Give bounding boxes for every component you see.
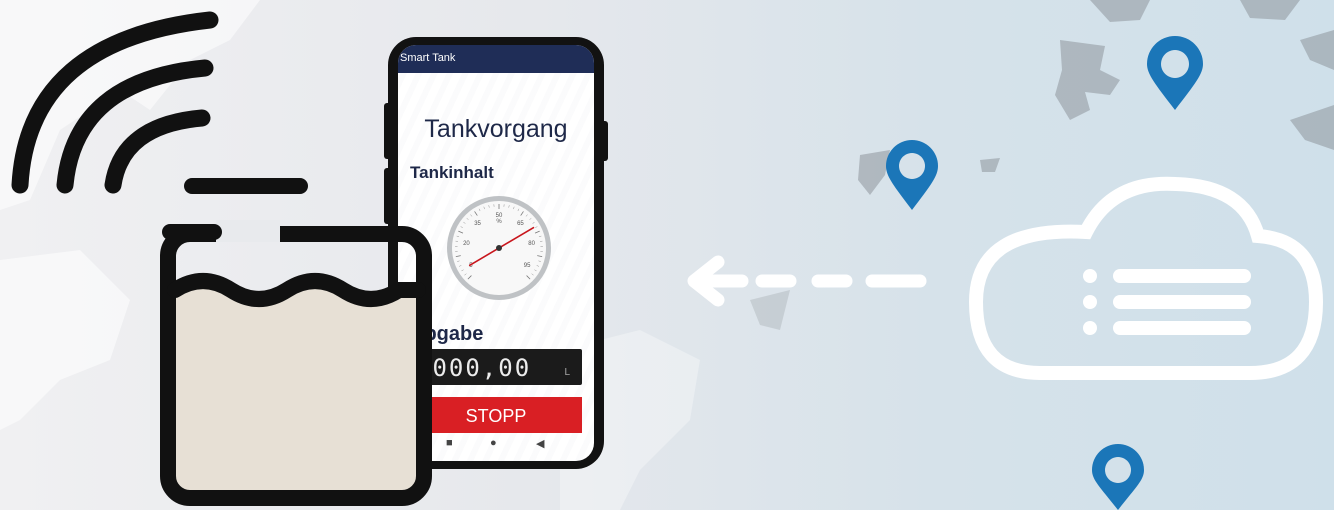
gauge-unit: %	[496, 219, 502, 225]
output-unit: L	[564, 367, 570, 378]
app-bar: Smart Tank	[398, 45, 594, 73]
gauge-tick-label: 65	[517, 221, 524, 227]
tank-level-gauge: 5203550658095 %	[447, 196, 551, 300]
app-title: Smart Tank	[400, 52, 456, 64]
output-display: 0000,00 L	[410, 349, 582, 385]
gauge-tick-label: 95	[524, 263, 531, 269]
illustration-scene: Smart Tank Tankvorgang Tankinhalt 5 20 35 5…	[0, 0, 1334, 510]
screen-title: Tankvorgang	[424, 115, 568, 143]
gauge-tick-label: 20	[463, 241, 470, 247]
gauge-tick-label: 35	[474, 221, 481, 227]
tank-content-label: Tankinhalt	[410, 163, 494, 182]
output-value: 0000,00	[416, 354, 532, 382]
home-icon[interactable]: ●	[490, 437, 497, 449]
back-icon[interactable]: ◀	[536, 437, 544, 450]
water-tank-icon	[160, 178, 432, 506]
cloud-bullets	[1083, 269, 1097, 335]
recent-apps-icon[interactable]: ■	[446, 437, 453, 449]
gauge-tick-label: 80	[528, 241, 535, 247]
